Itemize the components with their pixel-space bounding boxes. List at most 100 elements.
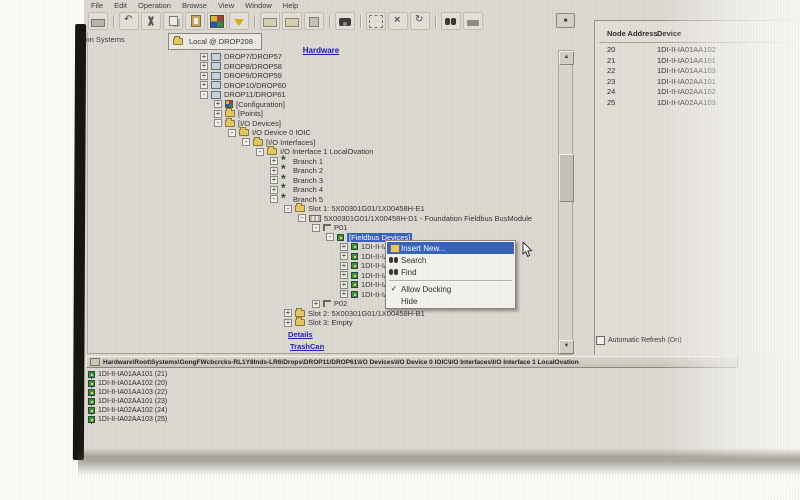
binoculars-button[interactable] [441, 12, 461, 30]
tree-node-i-o-interfaces[interactable]: -[I/O Interfaces] [88, 138, 558, 148]
delete-button[interactable] [388, 12, 408, 30]
expand-toggle[interactable]: + [270, 167, 278, 175]
tree-node-i-o-interface-1-localovation[interactable]: - I/O Interface 1 LocalOvation [88, 147, 558, 157]
tree-node-label[interactable]: DROP7/DROP57 [224, 52, 282, 61]
tree-node-drop8-drop58[interactable]: +DROP8/DROP58 [88, 62, 558, 72]
tree-node-i-o-devices[interactable]: -[I/O Devices] [88, 119, 558, 129]
collapse-toggle[interactable]: - [228, 129, 236, 137]
menu-item-view[interactable]: View [217, 1, 235, 11]
expand-toggle[interactable]: + [270, 186, 278, 194]
tree-node-drop11-drop61[interactable]: - DROP11/DROP61 [88, 90, 558, 100]
device-list-item[interactable]: 1DI-II-IA02AA102 (24) [88, 406, 167, 415]
expand-toggle[interactable]: + [214, 100, 222, 108]
collapse-toggle[interactable]: - [214, 119, 222, 127]
tree-node-label[interactable]: Branch 2 [293, 166, 323, 175]
automatic-refresh-checkbox[interactable] [596, 336, 605, 345]
tree-node-label[interactable]: I/O Interface 1 LocalOvation [280, 147, 373, 156]
context-menu-item-insert-new[interactable]: Insert New... [387, 242, 514, 254]
paste-button[interactable] [185, 12, 205, 30]
collapse-toggle[interactable]: - [312, 224, 320, 232]
tree-node-i-o-device-0-ioic[interactable]: - I/O Device 0 IOIC [88, 128, 558, 138]
cut-button[interactable] [141, 12, 161, 30]
expand-toggle[interactable]: + [284, 319, 292, 327]
tree-node-branch-4[interactable]: + Branch 4 [88, 185, 558, 195]
stamp-button[interactable] [463, 12, 483, 30]
scroll-up-arrow[interactable]: ▲ [559, 51, 574, 65]
expand-toggle[interactable]: + [340, 252, 348, 260]
expand-toggle[interactable]: + [340, 262, 348, 270]
table-row[interactable]: 251DI-II-IA02AA103 [595, 98, 800, 109]
tree-scrollbar[interactable]: ▲ ▼ [558, 50, 573, 355]
menu-item-browse[interactable]: Browse [181, 1, 208, 11]
table-row[interactable]: 221DI-II-IA01AA103 [595, 66, 800, 77]
table-row[interactable]: 201DI-II-IA01AA102 [595, 45, 800, 56]
tree-node-label[interactable]: I/O Device 0 IOIC [252, 128, 311, 137]
trashcan-link[interactable]: TrashCan [290, 342, 324, 351]
context-menu-item-search[interactable]: Search [387, 254, 514, 266]
expand-toggle[interactable]: + [200, 72, 208, 80]
tree-node-label[interactable]: P02 [334, 299, 347, 308]
tree-node-configuration[interactable]: + [Configuration] [88, 100, 558, 110]
tree-node-drop9-drop59[interactable]: + DROP9/DROP59 [88, 71, 558, 81]
collapse-toggle[interactable]: - [284, 205, 292, 213]
tree-node-drop7-drop57[interactable]: + DROP7/DROP57 [88, 52, 558, 62]
expand-toggle[interactable]: + [200, 62, 208, 70]
scrollbar-thumb[interactable] [559, 154, 574, 202]
tree-node-label[interactable]: Slot 2: 5X00301G01/1X00458H-B1 [308, 309, 425, 318]
scroll-down-arrow[interactable]: ▼ [559, 340, 574, 354]
context-menu-item-find[interactable]: Find [387, 266, 514, 278]
tree-node-label[interactable]: DROP11/DROP61 [224, 90, 286, 99]
table-row[interactable]: 231DI-II-IA02AA101 [595, 77, 800, 88]
device-list-item[interactable]: 1DI-II-IA02AA101 (23) [88, 397, 167, 406]
tree-node-branch-1[interactable]: + Branch 1 [88, 157, 558, 167]
menu-item-help[interactable]: Help [282, 1, 299, 11]
collapse-toggle[interactable]: - [270, 195, 278, 203]
context-menu-item-hide[interactable]: Hide [387, 295, 514, 307]
collapse-toggle[interactable]: - [298, 214, 306, 222]
hardware-path-header[interactable]: Hardware\Root\Systems\GongFWcbcrcks-RL1Y… [86, 356, 738, 368]
table-row[interactable]: 211DI-II-IA01AA101 [595, 56, 800, 67]
device-list-item[interactable]: 1DI-II-IA01AA102 (20) [88, 379, 167, 388]
copy-button[interactable] [163, 12, 183, 30]
tree-node-p01[interactable]: - P01 [88, 223, 558, 233]
expand-toggle[interactable]: + [200, 53, 208, 61]
select-button[interactable] [366, 12, 386, 30]
toolbar-overflow-button[interactable] [556, 13, 575, 28]
filter-button[interactable] [229, 12, 249, 30]
expand-toggle[interactable]: + [312, 300, 320, 308]
tree-node-label[interactable]: Branch 4 [293, 185, 323, 194]
collapse-toggle[interactable]: - [200, 91, 208, 99]
column-header-device[interactable]: Device [657, 29, 681, 38]
clipboard-button[interactable] [304, 12, 324, 30]
collapse-toggle[interactable]: - [326, 233, 334, 241]
tree-node-label[interactable]: [Configuration] [236, 100, 285, 109]
tree-node-branch-3[interactable]: +Branch 3 [88, 176, 558, 186]
device-list-item[interactable]: 1DI-II-IA01AA103 (22) [88, 388, 167, 397]
collapse-toggle[interactable]: - [242, 138, 250, 146]
expand-toggle[interactable]: + [340, 290, 348, 298]
expand-toggle[interactable]: + [340, 243, 348, 251]
expand-toggle[interactable]: + [340, 281, 348, 289]
refresh-button[interactable] [410, 12, 430, 30]
tree-node-branch-2[interactable]: + Branch 2 [88, 166, 558, 176]
tree-node-drop10-drop60[interactable]: +DROP10/DROP60 [88, 81, 558, 91]
device-list-item[interactable]: 1DI-II-IA01AA101 (21) [88, 370, 167, 379]
tree-node-label[interactable]: Slot 1: 5X00301G01/1X00458H-E1 [308, 204, 425, 213]
expand-toggle[interactable]: + [270, 157, 278, 165]
collapse-toggle[interactable]: - [256, 148, 264, 156]
tree-node-label[interactable]: P01 [334, 223, 347, 232]
expand-toggle[interactable]: + [340, 271, 348, 279]
tree-node-label[interactable]: DROP9/DROP59 [224, 71, 282, 80]
tree-node-branch-5[interactable]: -Branch 5 [88, 195, 558, 205]
column-header-node-address[interactable]: Node Address [607, 29, 658, 38]
expand-toggle[interactable]: + [284, 309, 292, 317]
export-button[interactable] [282, 12, 302, 30]
camera-button[interactable] [335, 12, 355, 30]
details-link[interactable]: Details [288, 330, 313, 339]
expand-toggle[interactable]: + [200, 81, 208, 89]
tree-node-label[interactable]: [Points] [238, 109, 263, 118]
tree-node-points[interactable]: + [Points] [88, 109, 558, 119]
tree-node-label[interactable]: Branch 1 [293, 157, 323, 166]
menu-item-window[interactable]: Window [244, 1, 273, 11]
expand-toggle[interactable]: + [214, 110, 222, 118]
